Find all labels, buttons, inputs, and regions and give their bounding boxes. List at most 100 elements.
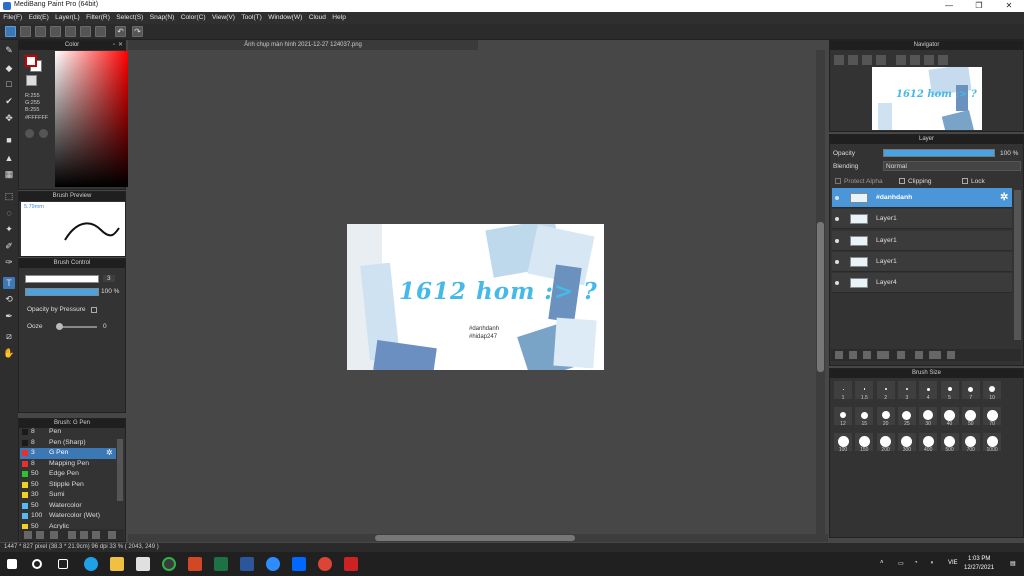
- copy-brush-icon[interactable]: [68, 531, 76, 539]
- snap-icon[interactable]: [50, 26, 61, 37]
- layer-folder-icon[interactable]: [897, 351, 905, 359]
- select-pen-tool-icon[interactable]: ✐: [3, 240, 15, 252]
- brush-size-cell[interactable]: 7: [960, 380, 981, 401]
- menu-color[interactable]: Color(C): [178, 12, 209, 24]
- dot-tool-icon[interactable]: □: [3, 78, 15, 90]
- menu-select[interactable]: Select(S): [113, 12, 147, 24]
- chrome-profile-icon[interactable]: [318, 557, 332, 571]
- brush-size-cell[interactable]: 15: [854, 406, 875, 427]
- new-layer-icon[interactable]: [835, 351, 843, 359]
- cloud-icon[interactable]: [5, 26, 16, 37]
- brush-settings-gear-icon[interactable]: ✲: [106, 448, 113, 459]
- bucket-tool-icon[interactable]: ▲: [3, 152, 15, 164]
- color-wheel-icon[interactable]: [25, 129, 34, 138]
- brush-size-cell[interactable]: 4: [918, 380, 939, 401]
- brush-list-item[interactable]: 8 Mapping Pen: [20, 459, 116, 470]
- clock-time[interactable]: 1:03 PM: [968, 556, 990, 562]
- notifications-icon[interactable]: ▤: [1010, 560, 1016, 567]
- menu-snap[interactable]: Snap(N): [147, 12, 178, 24]
- actual-size-icon[interactable]: [876, 55, 886, 65]
- close-button[interactable]: ✕: [994, 0, 1024, 12]
- brush-list-item[interactable]: 3 G Pen ✲: [20, 448, 116, 459]
- brush-size-cell[interactable]: 300: [896, 432, 917, 453]
- powerpoint-icon[interactable]: [188, 557, 202, 571]
- fill-rect-tool-icon[interactable]: ■: [3, 134, 15, 146]
- layer-visibility-icon[interactable]: [835, 238, 839, 243]
- new-8bit-layer-icon[interactable]: [863, 351, 871, 359]
- comment-icon[interactable]: [35, 26, 46, 37]
- select-tool-icon[interactable]: ⬚: [3, 190, 15, 202]
- cloud-brush-icon[interactable]: [36, 531, 44, 539]
- folder-icon[interactable]: [80, 531, 88, 539]
- layer-row[interactable]: Layer4: [832, 273, 1012, 294]
- chrome-icon[interactable]: [162, 557, 176, 571]
- brush-list-item[interactable]: 8 Pen (Sharp): [20, 438, 116, 449]
- brush-size-cell[interactable]: 700: [960, 432, 981, 453]
- layer-settings-gear-icon[interactable]: ✲: [1000, 188, 1008, 208]
- document-canvas[interactable]: 1612 hom :> ? #danhdanh #hidap247: [347, 224, 604, 370]
- brush-size-cell[interactable]: 1.5: [854, 380, 875, 401]
- foreground-color-swatch[interactable]: [25, 55, 37, 67]
- lock-checkbox[interactable]: [962, 178, 968, 184]
- fit-icon[interactable]: [862, 55, 872, 65]
- brush-list-item[interactable]: 100 Watercolor (Wet): [20, 511, 116, 522]
- volume-icon[interactable]: ◖: [930, 560, 934, 566]
- minimize-button[interactable]: —: [934, 0, 964, 12]
- undo-icon[interactable]: ↶: [115, 26, 126, 37]
- excel-icon[interactable]: [214, 557, 228, 571]
- opacity-by-pressure-checkbox[interactable]: [91, 307, 97, 313]
- brush-size-cell[interactable]: 200: [875, 432, 896, 453]
- document-tab[interactable]: Ảnh chụp màn hình 2021-12-27 124037.png: [128, 40, 478, 50]
- brush-settings-icon[interactable]: [50, 531, 58, 539]
- layer-list-scrollbar[interactable]: [1014, 190, 1021, 340]
- brush-size-cell[interactable]: 70: [982, 406, 1003, 427]
- delete-layer-icon[interactable]: [947, 351, 955, 359]
- menu-filter[interactable]: Filter(R): [83, 12, 113, 24]
- reset-rotation-icon[interactable]: [938, 55, 948, 65]
- rotate-left-icon[interactable]: [896, 55, 906, 65]
- secondary-color-swatch[interactable]: [26, 75, 37, 86]
- brush-size-slider[interactable]: [25, 275, 99, 283]
- panel-close-icon[interactable]: ✕: [118, 41, 123, 50]
- menu-cloud[interactable]: Cloud: [306, 12, 330, 24]
- brush-size-cell[interactable]: 500: [939, 432, 960, 453]
- brush-size-cell[interactable]: 50: [960, 406, 981, 427]
- brush-size-cell[interactable]: 12: [833, 406, 853, 427]
- layer-visibility-icon[interactable]: [835, 259, 839, 264]
- brush-size-cell[interactable]: 5: [939, 380, 960, 401]
- brush-list-item[interactable]: 8 Pen: [20, 427, 116, 438]
- menu-layer[interactable]: Layer(L): [52, 12, 83, 24]
- new-halftone-layer-icon[interactable]: [849, 351, 857, 359]
- hand-tool-icon[interactable]: ✋: [3, 347, 15, 359]
- brush-size-cell[interactable]: 10: [982, 380, 1003, 401]
- brush-size-cell[interactable]: 25: [896, 406, 917, 427]
- protect-alpha-checkbox[interactable]: [835, 178, 841, 184]
- menu-window[interactable]: Window(W): [265, 12, 305, 24]
- brush-list-item[interactable]: 50 Edge Pen: [20, 469, 116, 480]
- brush-size-value[interactable]: 3: [103, 275, 115, 282]
- brush-size-cell[interactable]: 30: [918, 406, 939, 427]
- duplicate-icon[interactable]: [92, 531, 100, 539]
- brush-list-item[interactable]: 50 Stipple Pen: [20, 480, 116, 491]
- brush-size-cell[interactable]: 150: [854, 432, 875, 453]
- merge-layer-icon[interactable]: [929, 351, 941, 359]
- brush-size-cell[interactable]: 20: [875, 406, 896, 427]
- brush-list-item[interactable]: 30 Sumi: [20, 490, 116, 501]
- save-icon[interactable]: [20, 26, 31, 37]
- divide-tool-icon[interactable]: ⧄: [3, 330, 15, 342]
- eraser-tool-icon[interactable]: ◆: [3, 62, 15, 74]
- select-eraser-tool-icon[interactable]: ✑: [3, 256, 15, 268]
- brush-size-cell[interactable]: 400: [918, 432, 939, 453]
- medibang-icon[interactable]: [344, 557, 358, 571]
- gradient-tool-icon[interactable]: ▦: [3, 168, 15, 180]
- navigator-thumbnail[interactable]: 1612 hom :> ?: [872, 67, 982, 130]
- move-tool-icon[interactable]: ✥: [3, 112, 15, 124]
- language-indicator[interactable]: VIE: [948, 560, 958, 566]
- layer-visibility-icon[interactable]: [835, 217, 839, 222]
- vertical-scroll-thumb[interactable]: [817, 222, 824, 372]
- search-icon[interactable]: [32, 559, 42, 569]
- store-icon[interactable]: [136, 557, 150, 571]
- layer-visibility-icon[interactable]: [835, 281, 839, 286]
- panel-float-icon[interactable]: ▫: [113, 41, 115, 50]
- palette-icon[interactable]: [39, 129, 48, 138]
